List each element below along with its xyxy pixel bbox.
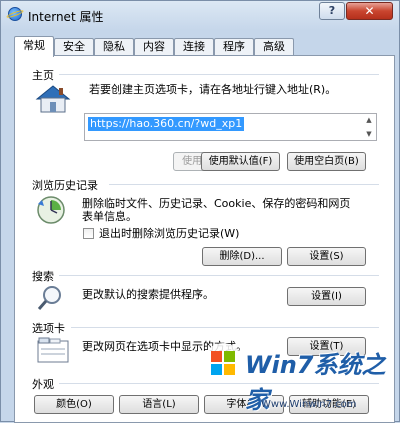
search-magnifier-icon [37, 286, 61, 310]
title-bar[interactable]: Internet 属性 ? ✕ [1, 1, 399, 29]
history-settings-button[interactable]: 设置(S) [287, 247, 366, 266]
home-page-instruction: 若要创建主页选项卡，请在各地址行键入地址(R)。 [89, 83, 337, 96]
history-description-line1: 删除临时文件、历史记录、Cookie、保存的密码和网页 [82, 197, 351, 210]
colors-button[interactable]: 颜色(O) [34, 395, 114, 414]
history-description-line2: 表单信息。 [82, 210, 137, 223]
tab-content[interactable]: 内容 [134, 38, 174, 55]
help-button[interactable]: ? [319, 2, 345, 20]
tab-general[interactable]: 常规 [14, 36, 54, 57]
search-description: 更改默认的搜索提供程序。 [82, 288, 214, 301]
home-page-url-field[interactable]: https://hao.360.cn/?wd_xp1 ▲ ▼ [84, 113, 377, 141]
tab-advanced[interactable]: 高级 [254, 38, 294, 55]
home-house-icon [35, 85, 71, 113]
window-title: Internet 属性 [28, 10, 104, 24]
languages-button[interactable]: 语言(L) [119, 395, 199, 414]
home-page-group-label: 主页 [32, 69, 54, 82]
group-divider [59, 383, 379, 384]
tab-strip: 常规 安全 隐私 内容 连接 程序 高级 [14, 36, 394, 57]
delete-on-exit-label[interactable]: 退出时删除浏览历史记录(W) [99, 227, 239, 240]
tabs-window-icon [37, 337, 69, 363]
internet-explorer-icon [8, 7, 22, 21]
scroll-up-icon[interactable]: ▲ [364, 116, 374, 124]
accessibility-button[interactable]: 辅助功能(E) [289, 395, 369, 414]
tabs-description: 更改网页在选项卡中显示的方式。 [82, 340, 247, 353]
tab-security[interactable]: 安全 [54, 38, 94, 55]
scroll-down-icon[interactable]: ▼ [364, 130, 374, 138]
group-divider [71, 327, 379, 328]
history-clock-icon [37, 196, 65, 224]
delete-history-button[interactable]: 删除(D)... [202, 247, 282, 266]
fonts-button[interactable]: 字体(N) [204, 395, 284, 414]
tab-privacy[interactable]: 隐私 [94, 38, 134, 55]
search-group-label: 搜索 [32, 270, 54, 283]
group-divider [59, 74, 379, 75]
group-divider [109, 184, 379, 185]
use-default-button[interactable]: 使用默认值(F) [201, 152, 280, 171]
tabs-settings-button[interactable]: 设置(T) [287, 337, 366, 356]
search-settings-button[interactable]: 设置(I) [287, 287, 366, 306]
close-button[interactable]: ✕ [346, 2, 393, 20]
browsing-history-group-label: 浏览历史记录 [32, 179, 98, 192]
tabs-group-label: 选项卡 [32, 322, 65, 335]
internet-options-window: Internet 属性 ? ✕ 常规 安全 隐私 内容 连接 程序 高级 主页 … [0, 0, 400, 423]
delete-on-exit-checkbox[interactable] [83, 228, 94, 239]
appearance-group-label: 外观 [32, 378, 54, 391]
home-page-url-value: https://hao.360.cn/?wd_xp1 [88, 117, 245, 131]
tab-programs[interactable]: 程序 [214, 38, 254, 55]
tab-connections[interactable]: 连接 [174, 38, 214, 55]
group-divider [59, 275, 379, 276]
general-tab-panel: 主页 若要创建主页选项卡，请在各地址行键入地址(R)。 https://hao.… [14, 55, 395, 423]
use-blank-button[interactable]: 使用空白页(B) [287, 152, 366, 171]
